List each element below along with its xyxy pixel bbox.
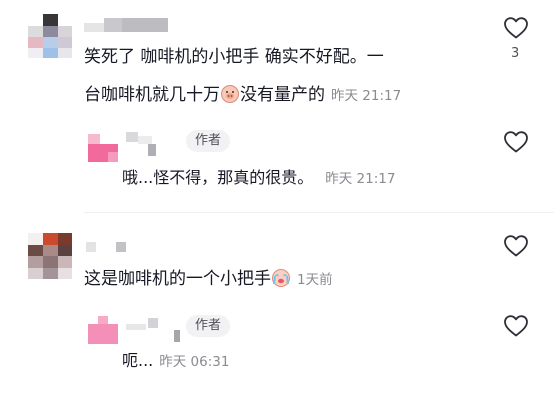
username[interactable]: [84, 18, 168, 32]
like-button[interactable]: [503, 130, 529, 154]
heart-outline-icon: [504, 17, 528, 39]
comment-text-body: 这是咖啡机的一个小把手: [84, 269, 271, 289]
comment-text: 笑死了 咖啡机的小把手 确实不好配。一: [84, 47, 384, 67]
username[interactable]: [126, 132, 160, 156]
like-button[interactable]: [503, 234, 529, 258]
reply-text-body: 呃...: [122, 351, 154, 370]
author-badge: 作者: [186, 315, 231, 337]
comment-time: 昨天 21:17: [331, 88, 402, 104]
reply-time: 昨天 21:17: [325, 171, 396, 187]
like-count: 3: [511, 46, 520, 61]
username[interactable]: [86, 240, 132, 254]
like-button[interactable]: [503, 16, 529, 40]
reply-text: 呃... 昨天 06:31: [122, 350, 229, 373]
heart-outline-icon: [504, 131, 528, 153]
heart-outline-icon: [504, 235, 528, 257]
avatar[interactable]: [88, 316, 118, 344]
avatar[interactable]: [88, 134, 118, 162]
heart-outline-icon: [504, 315, 528, 337]
divider: [84, 212, 554, 213]
crying-face-emoji-icon: [271, 267, 291, 287]
comment-text: 这是咖啡机的一个小把手 1天前: [84, 267, 333, 291]
reply-text: 哦...怪不得，那真的很贵。 昨天 21:17: [122, 167, 395, 190]
comment-text-part: 台咖啡机就几十万: [84, 85, 220, 105]
avatar[interactable]: [28, 233, 72, 279]
author-badge: 作者: [186, 130, 231, 152]
pig-face-emoji-icon: [220, 83, 240, 103]
avatar[interactable]: [28, 14, 72, 58]
like-button[interactable]: [503, 314, 529, 338]
reply-time: 昨天 06:31: [159, 354, 230, 370]
reply-text-body: 哦...怪不得，那真的很贵。: [122, 168, 314, 187]
comment-time: 1天前: [297, 272, 333, 288]
username[interactable]: [126, 318, 180, 342]
comment-text-part: 没有量产的: [240, 85, 325, 105]
comment-text: 台咖啡机就几十万 没有量产的 昨天 21:17: [84, 83, 401, 107]
